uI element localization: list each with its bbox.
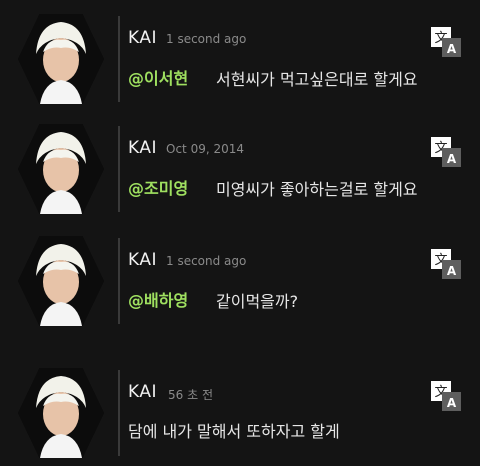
divider	[118, 238, 120, 324]
timestamp: Oct 09, 2014	[166, 142, 244, 156]
comment-text: 서현씨가 먹고싶은대로 할게요	[216, 70, 418, 89]
comment-item: KAI 56 초 전 담에 내가 말해서 또하자고 할게 文 A	[0, 356, 480, 466]
timestamp: 1 second ago	[166, 32, 247, 46]
divider	[118, 126, 120, 212]
author-name[interactable]: KAI	[128, 382, 157, 402]
mention-link[interactable]: @배하영	[128, 287, 188, 311]
avatar[interactable]	[18, 236, 104, 326]
author-name[interactable]: KAI	[128, 250, 157, 270]
divider	[118, 16, 120, 102]
svg-text:A: A	[447, 396, 457, 410]
svg-text:A: A	[447, 264, 457, 278]
translate-icon[interactable]: 文 A	[430, 136, 462, 168]
comment-text: 같이먹을까?	[216, 292, 299, 311]
comment-text: 미영씨가 좋아하는걸로 할게요	[216, 180, 418, 199]
divider	[118, 370, 120, 456]
comment-item: KAI Oct 09, 2014 @조미영 미영씨가 좋아하는걸로 할게요 文 …	[0, 112, 480, 222]
svg-text:A: A	[447, 42, 457, 56]
comment-item: KAI 1 second ago @이서현 서현씨가 먹고싶은대로 할게요 文 …	[0, 2, 480, 112]
avatar[interactable]	[18, 124, 104, 214]
mention-link[interactable]: @이서현	[128, 65, 188, 89]
author-name[interactable]: KAI	[128, 138, 157, 158]
translate-icon[interactable]: 文 A	[430, 248, 462, 280]
avatar[interactable]	[18, 368, 104, 458]
avatar[interactable]	[18, 14, 104, 104]
comment-item: KAI 1 second ago @배하영 같이먹을까? 文 A	[0, 224, 480, 334]
timestamp: 56 초 전	[168, 388, 213, 402]
translate-icon[interactable]: 文 A	[430, 26, 462, 58]
mention-link[interactable]: @조미영	[128, 175, 188, 199]
comment-text: 담에 내가 말해서 또하자고 할게	[128, 422, 340, 441]
author-name[interactable]: KAI	[128, 28, 157, 48]
translate-icon[interactable]: 文 A	[430, 380, 462, 412]
timestamp: 1 second ago	[166, 254, 247, 268]
svg-text:A: A	[447, 152, 457, 166]
